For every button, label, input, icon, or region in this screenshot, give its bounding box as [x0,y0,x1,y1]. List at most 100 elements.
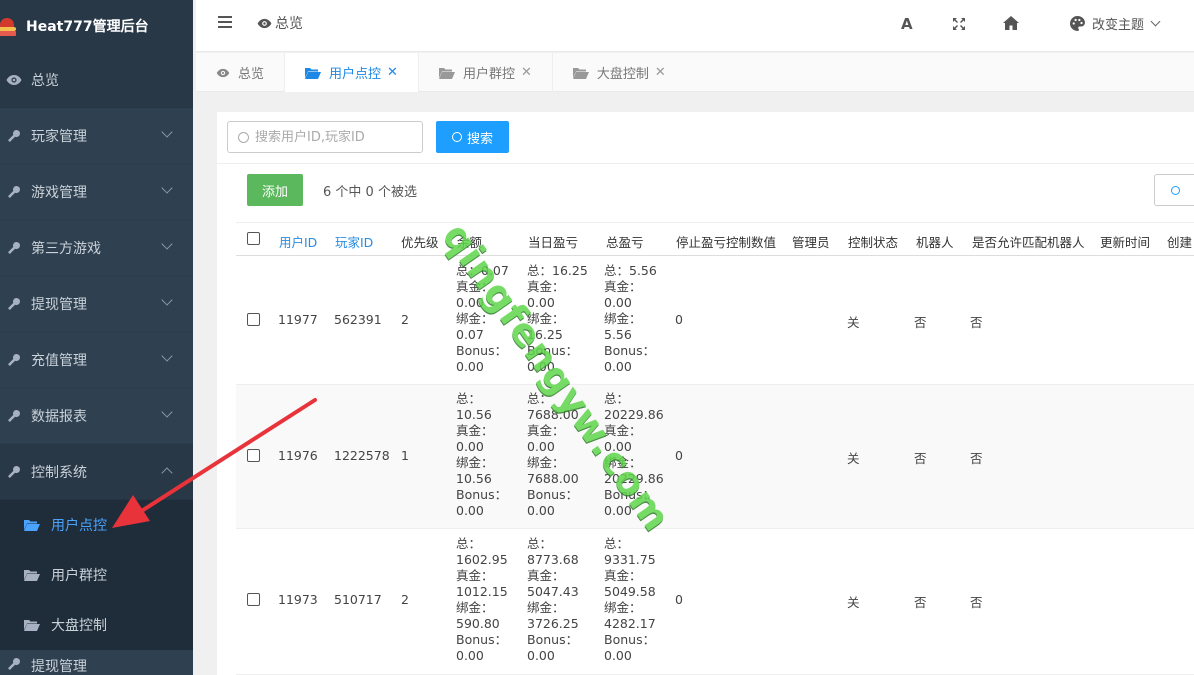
theme-label: 改变主题 [1092,18,1145,33]
sidebar-item-label: 第三方游戏 [31,240,101,257]
search-input[interactable] [255,129,415,145]
wrench-icon [6,656,22,672]
row-checkbox[interactable] [247,313,260,326]
cell-control-status: 关 [847,595,860,610]
col-user-id[interactable]: 用户ID [279,232,317,251]
cell-balance: 总： 1602.95 真金： 1012.15 绑金： 590.80 Bonus： 0.00 [456,536,508,663]
sidebar: Heat777管理后台 总览 玩家管理 游戏管理 第三方游戏 提现管理 充值管理 数据报表… [0,0,193,675]
menu-toggle-icon[interactable] [218,16,232,28]
cell-user-id: 11977 [278,312,318,327]
sidebar-section-5[interactable]: 数据报表 [0,388,193,444]
folder-open-icon [305,67,322,79]
sidebar-subitem-user-control[interactable]: 用户点控 [0,500,193,550]
tab-label: 大盘控制 [596,67,649,82]
folder-open-icon [572,67,589,79]
sidebar-item-overview[interactable]: 总览 [0,52,193,108]
cell-priority: 1 [401,448,409,463]
wrench-icon [6,240,22,256]
chevron-up-icon [161,467,173,479]
folder-open-icon [24,568,42,582]
search-button[interactable]: 搜索 [436,121,509,153]
sidebar-item-label: 控制系统 [31,464,87,481]
select-all-checkbox[interactable] [247,232,260,245]
cell-daily-pnl: 总： 8773.68 真金： 5047.43 绑金： 3726.25 Bonus： 0.00 [527,536,579,663]
sidebar-section-6[interactable]: 控制系统 [0,444,193,500]
add-button[interactable]: 添加 [247,174,303,206]
sidebar-subitem-label: 用户点控 [51,518,107,534]
cell-robot: 否 [914,595,927,610]
top-header: 总览 A 改变主题 [196,0,1194,52]
chevron-down-icon [161,182,173,194]
row-checkbox[interactable] [247,593,260,606]
palette-icon [1070,16,1085,31]
col-daily-pnl: 当日盈亏 [528,235,579,250]
tab-group-control[interactable]: 用户群控 ✕ [419,53,553,92]
sidebar-section-0[interactable]: 玩家管理 [0,108,193,164]
chevron-down-icon [161,350,173,362]
cell-user-id: 11976 [278,448,318,463]
search-bar: 搜索 [217,112,1194,164]
tab-market-control[interactable]: 大盘控制 ✕ [553,53,686,92]
cell-priority: 2 [401,592,409,607]
close-icon[interactable]: ✕ [521,65,532,80]
breadcrumb-label: 总览 [275,16,303,32]
tab-overview[interactable]: 总览 [196,53,286,92]
cell-robot: 否 [914,451,927,466]
cell-balance: 总： 10.56 真金： 0.00 绑金： 10.56 Bonus： 0.00 [456,391,508,518]
sidebar-section-1[interactable]: 游戏管理 [0,164,193,220]
sidebar-subitem-market-control[interactable]: 大盘控制 [0,600,193,650]
sidebar-section-3[interactable]: 提现管理 [0,276,193,332]
sidebar-item-label: 游戏管理 [31,184,87,201]
sidebar-subitem-group-control[interactable]: 用户群控 [0,550,193,600]
col-updated: 更新时间 [1100,235,1151,250]
col-total-pnl: 总盈亏 [606,235,644,250]
tab-label: 用户点控 [329,67,382,82]
col-allow-robot: 是否允许匹配机器人 [972,235,1085,250]
wrench-icon [6,408,22,424]
sidebar-subitem-label: 大盘控制 [51,618,107,634]
sidebar-item-partial[interactable]: 提现管理 [0,650,193,675]
cell-stop-value: 0 [675,592,683,607]
chevron-down-icon [161,238,173,250]
table-row: 11977 562391 2 总：0.07 真金： 0.00 绑金： 0.07 Bonus… [236,256,1194,385]
sidebar-item-label: 总览 [31,72,59,89]
eye-icon [216,68,230,78]
wrench-icon [6,464,22,480]
row-checkbox[interactable] [247,449,260,462]
chevron-down-icon [161,294,173,306]
cell-allow-robot: 否 [970,315,983,330]
close-icon[interactable]: ✕ [387,65,398,80]
home-icon[interactable] [1003,16,1019,34]
chevron-down-icon [161,126,173,138]
eye-icon [6,72,22,88]
brand-logo [0,14,18,38]
cell-control-status: 关 [847,315,860,330]
table-row: 11976 1222578 1 总： 10.56 真金： 0.00 绑金： 10.56 Bo… [236,385,1194,529]
table-row: 11973 510717 2 总： 1602.95 真金： 1012.15 绑金： 590… [236,529,1194,675]
eye-icon [257,18,272,29]
tab-user-control[interactable]: 用户点控 ✕ [285,53,419,92]
search-field[interactable] [227,121,423,153]
control-submenu: 用户点控 用户群控 大盘控制 [0,500,193,650]
sidebar-item-label: 数据报表 [31,408,87,425]
breadcrumb[interactable]: 总览 [257,13,303,33]
close-icon[interactable]: ✕ [655,65,666,80]
col-created: 创建 [1167,235,1193,250]
col-control-status: 控制状态 [848,235,899,250]
cell-allow-robot: 否 [970,451,983,466]
theme-switcher[interactable]: 改变主题 [1070,14,1161,33]
tab-label: 总览 [238,67,265,82]
fullscreen-icon[interactable] [952,17,966,35]
font-size-icon[interactable]: A [901,15,913,33]
col-player-id[interactable]: 玩家ID [335,232,373,251]
table-header: 用户ID 玩家ID 优先级 余额 当日盈亏 总盈亏 停止盈亏控制数值 管理员 控… [236,222,1194,256]
cell-stop-value: 0 [675,312,683,327]
sidebar-item-label: 提现管理 [31,296,87,313]
sidebar-section-4[interactable]: 充值管理 [0,332,193,388]
table-search-toggle[interactable] [1154,174,1194,206]
cell-control-status: 关 [847,451,860,466]
sidebar-section-2[interactable]: 第三方游戏 [0,220,193,276]
content-panel: 搜索 添加 6 个中 0 个被选 用户ID 玩家ID 优先级 余额 当日盈亏 总… [217,112,1194,675]
search-icon [238,131,249,143]
cell-user-id: 11973 [278,592,318,607]
